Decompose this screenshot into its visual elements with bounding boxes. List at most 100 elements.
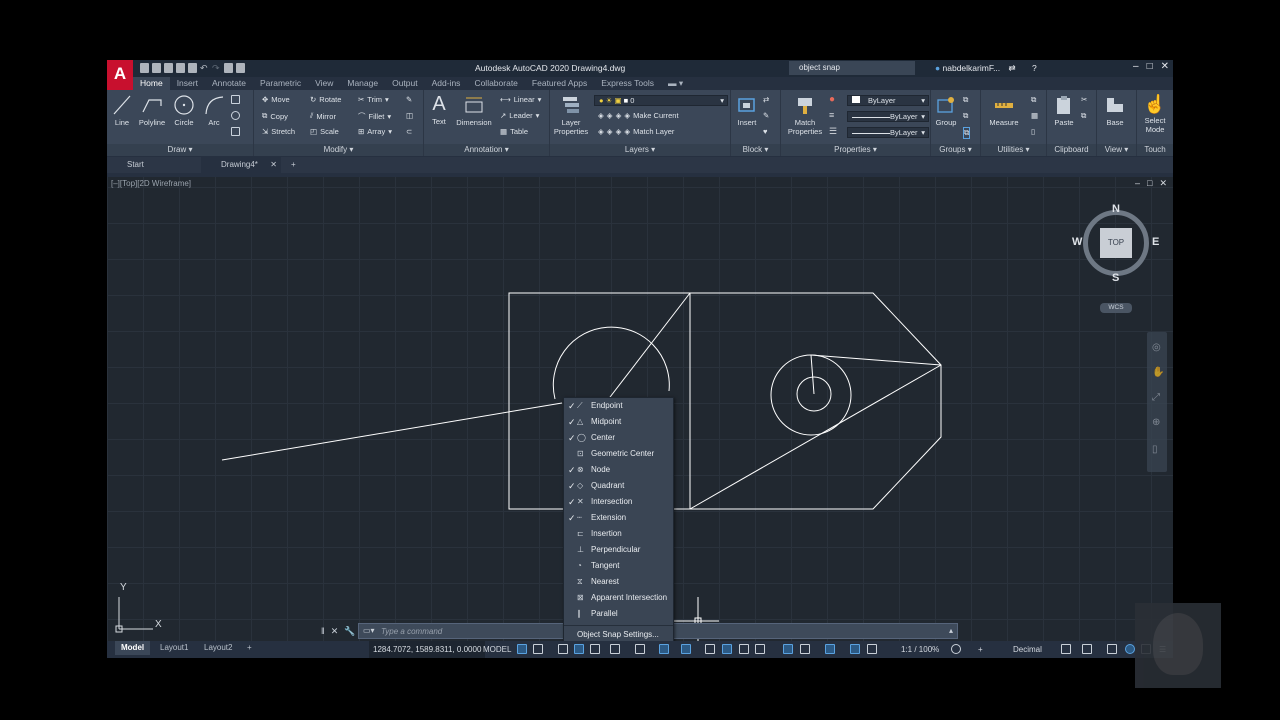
modify-panel-title[interactable]: Modify ▾ [254,144,423,156]
compass-s[interactable]: S [1112,272,1119,284]
rectangle-tool[interactable] [231,95,240,104]
tab-output[interactable]: Output [385,77,425,90]
snap-item-quadrant[interactable]: ✓ ◇ Quadrant [564,478,673,494]
cart-icon[interactable]: ⇄ [1009,63,1016,73]
fillet-tool[interactable]: ⌒ Fillet ▾ [358,111,391,122]
ortho-icon[interactable] [590,644,600,654]
block-panel-title[interactable]: Block ▾ [731,144,780,156]
graphics-performance-icon[interactable] [1125,644,1135,654]
compass-n[interactable]: N [1112,203,1120,215]
minimize-button[interactable]: – [1133,61,1139,72]
tab-express-tools[interactable]: Express Tools [594,77,661,90]
redo-icon[interactable]: ↷ [212,63,221,73]
block-attributes-tool[interactable]: ♥ [763,127,767,136]
units-dropdown[interactable]: Decimal [1013,641,1042,658]
lineweight-toggle-icon[interactable] [705,644,715,654]
transparency-icon[interactable] [722,644,732,654]
table-tool[interactable]: ▦ Table [500,127,528,136]
copy-clip-tool[interactable]: ⧉ [1081,111,1086,121]
copy-tool[interactable]: ⧉ Copy [262,111,288,121]
calculator-tool[interactable]: ▯ [1031,127,1035,136]
trim-dropdown-icon[interactable]: ▾ [385,95,389,104]
text-tool[interactable]: A Text [428,93,450,126]
layout-tab-model[interactable]: Model [115,641,151,655]
share-icon[interactable] [224,63,233,73]
infer-constraints-icon[interactable] [558,644,568,654]
linetype-dropdown[interactable]: ByLayer ▾ [847,111,929,122]
properties-panel-title[interactable]: Properties ▾ [781,144,930,156]
command-recent-icon[interactable]: ▭▾ [363,626,375,635]
tab-parametric[interactable]: Parametric [253,77,308,90]
compass-w[interactable]: W [1072,236,1082,248]
make-current-button[interactable]: Make Current [633,111,678,120]
command-history-icon[interactable]: ▴ [949,626,953,635]
snap-item-geometric-center[interactable]: ⊡ Geometric Center [564,446,673,462]
save-as-icon[interactable] [176,63,185,73]
command-grip-icon[interactable]: ‖ [321,626,325,637]
isometric-drafting-icon[interactable] [635,644,645,654]
tab-insert[interactable]: Insert [170,77,205,90]
edit-block-tool[interactable]: ✎ [763,111,769,120]
command-close-icon[interactable]: ✕ [331,626,339,637]
insert-tool[interactable]: Insert [735,94,759,127]
lineweight-dropdown[interactable]: ByLayer ▾ [847,127,929,138]
layer-lock-icon[interactable]: ◈ [616,127,622,136]
fillet-dropdown-icon[interactable]: ▾ [387,112,391,121]
snap-item-perpendicular[interactable]: ⊥ Perpendicular [564,542,673,558]
tab-home[interactable]: Home [133,77,170,90]
tab-addins[interactable]: Add-ins [425,77,468,90]
showmotion-icon[interactable]: ▯ [1152,444,1158,455]
paste-tool[interactable]: Paste [1051,94,1077,127]
polyline-tool[interactable]: Polyline [136,94,168,127]
dynamic-input-icon[interactable] [574,644,584,654]
tab-annotate[interactable]: Annotate [205,77,253,90]
draw-panel-title[interactable]: Draw ▾ [107,144,253,156]
stretch-tool[interactable]: ⇲ Stretch [262,127,295,136]
isolate-objects-icon[interactable] [1107,644,1117,654]
color-dropdown[interactable]: ByLayer ▾ [847,95,929,106]
annotation-visibility-icon[interactable] [850,644,860,654]
layer-unisolate-icon[interactable]: ◈ [598,127,604,136]
app-menu-logo[interactable]: A [107,60,133,90]
snap-item-extension[interactable]: ✓ ┄ Extension [564,510,673,526]
array-dropdown-icon[interactable]: ▾ [388,127,392,136]
grid-icon[interactable] [517,644,527,654]
compass-e[interactable]: E [1152,236,1159,248]
snap-item-node[interactable]: ✓ ⊗ Node [564,462,673,478]
user-account[interactable]: ● nabdelkarimF... ⇄ ? [935,63,1037,74]
tab-collaborate[interactable]: Collaborate [467,77,524,90]
viewcube-top-face[interactable]: TOP [1100,228,1132,258]
move-tool[interactable]: ✥ Move [262,95,290,104]
command-input[interactable]: Type a command [381,627,442,636]
utilities-panel-title[interactable]: Utilities ▾ [981,144,1046,156]
new-file-tab-button[interactable]: + [283,157,296,173]
linear-dropdown-icon[interactable]: ▾ [538,95,542,104]
close-button[interactable]: ✕ [1161,61,1169,72]
steering-wheel-icon[interactable]: ◎ [1152,342,1161,353]
layer-thaw-icon[interactable]: ◈ [607,127,613,136]
orbit-icon[interactable]: ⊕ [1152,417,1160,428]
plot-icon[interactable] [188,63,197,73]
snap-item-midpoint[interactable]: ✓ △ Midpoint [564,414,673,430]
file-tab-drawing4[interactable]: Drawing4* ✕ [201,157,281,173]
mirror-tool[interactable]: ⫽ Mirror [310,111,336,121]
file-tab-start[interactable]: Start [107,157,201,173]
tab-view[interactable]: View [308,77,340,90]
layer-freeze-icon[interactable]: ◈ [616,111,622,120]
snap-item-insertion[interactable]: ⊏ Insertion [564,526,673,542]
group-edit-tool[interactable]: ⧉ [963,111,968,121]
layout-tab-layout2[interactable]: Layout2 [198,641,238,655]
hatch-tool[interactable] [231,111,240,120]
help-icon[interactable]: ? [1032,63,1037,73]
annotation-scale[interactable]: 1:1 / 100% [901,641,939,658]
tab-featured-apps[interactable]: Featured Apps [525,77,594,90]
pan-icon[interactable]: ✋ [1152,367,1164,378]
rotate-tool[interactable]: ↻ Rotate [310,95,341,104]
linear-tool[interactable]: ⟷ Linear ▾ [500,95,541,104]
trim-tool[interactable]: ✂ Trim ▾ [358,95,389,104]
erase-tool[interactable]: ✎ [406,95,412,104]
selection-cycling-icon[interactable] [739,644,749,654]
tab-manage[interactable]: Manage [340,77,385,90]
view-panel-title[interactable]: View ▾ [1097,144,1136,156]
auto-scale-icon[interactable] [867,644,877,654]
